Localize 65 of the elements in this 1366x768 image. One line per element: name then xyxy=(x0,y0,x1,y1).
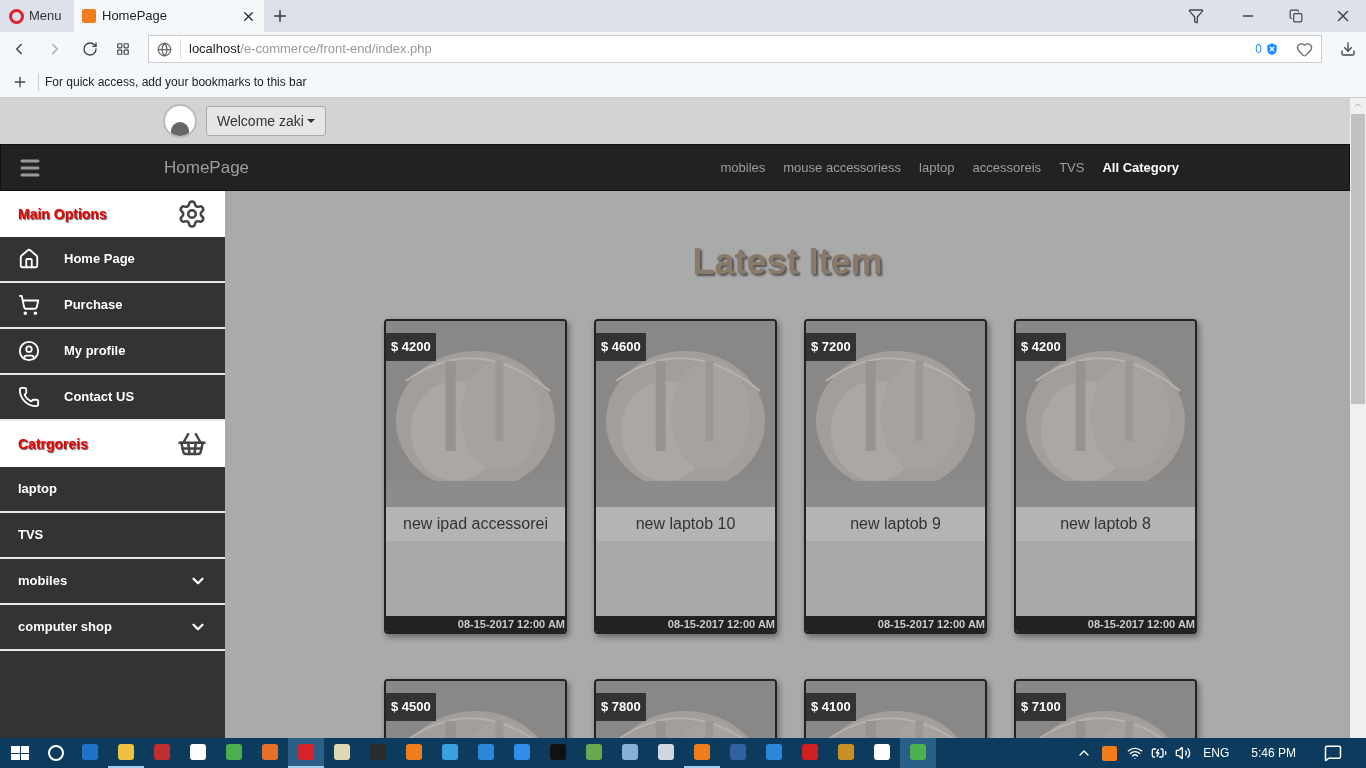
sidebar-heading: Main Options xyxy=(18,204,107,224)
nav-link[interactable]: All Category xyxy=(1102,157,1179,178)
product-name: new laptob 10 xyxy=(596,507,775,541)
bookmarks-hint: For quick access, add your bookmarks to this bar xyxy=(38,72,307,91)
battery-icon[interactable] xyxy=(1151,745,1168,761)
scrollbar[interactable] xyxy=(1350,98,1366,738)
product-name: new laptob 8 xyxy=(1016,507,1195,541)
notifications-icon[interactable] xyxy=(1324,744,1342,762)
product-card[interactable]: $ 4100 xyxy=(804,679,987,738)
product-date: 08-15-2017 12:00 AM xyxy=(806,616,985,632)
address-field[interactable]: localhost/e-commerce/front-end/index.php 0 xyxy=(148,35,1322,63)
product-card[interactable]: $ 4200 new ipad accessorei 08-15-2017 12:00 AM xyxy=(384,319,567,634)
cart-icon xyxy=(18,294,40,316)
restore-icon[interactable] xyxy=(1289,9,1303,23)
product-card[interactable]: $ 4600 new laptob 10 08-15-2017 12:00 AM xyxy=(594,319,777,634)
product-card[interactable]: $ 7200 new laptob 9 08-15-2017 12:00 AM xyxy=(804,319,987,634)
ad-block-shield-icon[interactable] xyxy=(1264,41,1280,57)
user-avatar[interactable] xyxy=(163,104,197,138)
product-card[interactable]: $ 4500 xyxy=(384,679,567,738)
nav-link[interactable]: TVS xyxy=(1059,157,1085,178)
profile-icon xyxy=(18,340,40,362)
section-heading: Latest Item xyxy=(692,240,883,284)
volume-icon[interactable] xyxy=(1175,745,1192,761)
price-tag: $ 4200 xyxy=(386,333,436,361)
nav-link[interactable]: laptop xyxy=(919,157,955,178)
tab-title: HomePage xyxy=(102,7,169,26)
nav-link[interactable]: accessoreis xyxy=(972,157,1042,178)
product-name: new laptob 9 xyxy=(806,507,985,541)
product-date: 08-15-2017 12:00 AM xyxy=(596,616,775,632)
download-icon[interactable] xyxy=(1340,41,1356,57)
clock[interactable]: 5:46 PM xyxy=(1251,744,1296,762)
bookmark-heart-icon[interactable] xyxy=(1296,40,1313,58)
sidebar-heading: Catrgoreis xyxy=(18,434,89,454)
price-tag: $ 4500 xyxy=(386,693,436,721)
price-tag: $ 4600 xyxy=(596,333,646,361)
gears-icon xyxy=(177,199,207,229)
product-name: new ipad accessorei xyxy=(386,507,565,541)
brand-title[interactable]: HomePage xyxy=(164,154,250,181)
price-tag: $ 4200 xyxy=(1016,333,1066,361)
product-date: 08-15-2017 12:00 AM xyxy=(1016,616,1195,632)
globe-icon xyxy=(157,41,172,57)
price-tag: $ 7100 xyxy=(1016,693,1066,721)
reload-icon[interactable] xyxy=(82,41,98,57)
price-tag: $ 7800 xyxy=(596,693,646,721)
language-indicator[interactable]: ENG xyxy=(1203,744,1230,762)
opera-menu-button[interactable]: Menu xyxy=(0,0,74,32)
speed-dial-icon[interactable] xyxy=(116,42,130,56)
welcome-dropdown[interactable]: Welcome zaki xyxy=(206,106,326,136)
browser-tab[interactable]: HomePage xyxy=(74,0,264,32)
phone-icon xyxy=(18,386,40,408)
price-tag: $ 4100 xyxy=(806,693,856,721)
home-icon xyxy=(18,248,40,270)
nav-link[interactable]: mouse accessoriess xyxy=(783,157,902,178)
caret-icon xyxy=(306,119,315,123)
new-tab-icon[interactable] xyxy=(271,7,289,25)
product-card[interactable]: $ 7100 xyxy=(1014,679,1197,738)
search-icon[interactable] xyxy=(48,745,64,761)
price-tag: $ 7200 xyxy=(806,333,856,361)
product-date: 08-15-2017 12:00 AM xyxy=(386,616,565,632)
nav-link[interactable]: mobiles xyxy=(720,157,766,178)
wifi-icon[interactable] xyxy=(1127,745,1144,761)
url-text: localhost/e-commerce/front-end/index.php xyxy=(180,39,1248,59)
product-card[interactable]: $ 7800 xyxy=(594,679,777,738)
blocked-count: 0 xyxy=(1255,41,1262,58)
product-card[interactable]: $ 4200 new laptob 8 08-15-2017 12:00 AM xyxy=(1014,319,1197,634)
